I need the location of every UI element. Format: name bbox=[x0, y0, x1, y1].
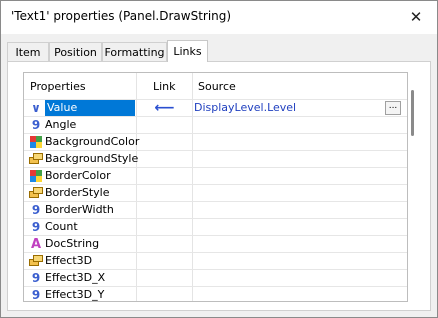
browse-button[interactable]: ... bbox=[385, 101, 401, 115]
property-name[interactable]: Effect3D bbox=[45, 253, 92, 269]
property-name[interactable]: BorderWidth bbox=[45, 202, 114, 218]
table-row[interactable]: 9 BorderWidth bbox=[24, 202, 407, 219]
link-cell[interactable] bbox=[137, 168, 192, 184]
link-cell[interactable] bbox=[137, 270, 192, 286]
number-icon: 9 bbox=[31, 203, 41, 217]
property-name[interactable]: BackgroundStyle bbox=[45, 151, 138, 167]
link-cell[interactable] bbox=[137, 151, 192, 167]
source-value[interactable]: DisplayLevel.Level bbox=[194, 100, 296, 116]
tab-links[interactable]: Links bbox=[167, 40, 208, 62]
vertical-scrollbar[interactable] bbox=[409, 72, 418, 302]
link-cell[interactable] bbox=[137, 219, 192, 235]
number-icon: 9 bbox=[31, 271, 41, 285]
scrollbar-thumb[interactable] bbox=[411, 90, 414, 136]
link-cell[interactable] bbox=[137, 134, 192, 150]
link-cell[interactable] bbox=[137, 202, 192, 218]
links-grid: Properties Link Source ∨ Value ⟵ DisplayLev… bbox=[23, 72, 408, 302]
link-cell[interactable] bbox=[137, 185, 192, 201]
table-row[interactable]: 9 Count bbox=[24, 219, 407, 236]
style-icon bbox=[29, 254, 43, 268]
number-icon: 9 bbox=[31, 220, 41, 234]
grid-header: Properties Link Source bbox=[24, 73, 407, 100]
link-cell[interactable]: ⟵ bbox=[137, 100, 192, 116]
property-name[interactable]: Count bbox=[45, 219, 78, 235]
header-source[interactable]: Source bbox=[198, 73, 236, 99]
property-name[interactable]: DocString bbox=[45, 236, 99, 252]
color-icon bbox=[29, 135, 43, 149]
links-panel: Properties Link Source ∨ Value ⟵ DisplayLev… bbox=[7, 61, 431, 311]
table-row[interactable]: 9 Effect3D_X bbox=[24, 270, 407, 287]
string-icon: A bbox=[30, 236, 42, 252]
table-row[interactable]: BackgroundColor bbox=[24, 134, 407, 151]
property-name[interactable]: BackgroundColor bbox=[45, 134, 139, 150]
number-icon: 9 bbox=[31, 118, 41, 132]
link-arrow-icon: ⟵ bbox=[154, 100, 175, 116]
table-row[interactable]: 9 Angle bbox=[24, 117, 407, 134]
tab-position[interactable]: Position bbox=[49, 42, 102, 61]
table-row[interactable]: BackgroundStyle bbox=[24, 151, 407, 168]
header-link[interactable]: Link bbox=[153, 73, 176, 99]
link-cell[interactable] bbox=[137, 117, 192, 133]
variable-icon: ∨ bbox=[31, 101, 41, 115]
number-icon: 9 bbox=[31, 288, 41, 302]
properties-dialog: 'Text1' properties (Panel.DrawString) ✕ … bbox=[0, 0, 438, 318]
property-name[interactable]: Effect3D_Y bbox=[45, 287, 104, 301]
close-icon[interactable]: ✕ bbox=[403, 5, 429, 29]
table-row[interactable]: A DocString bbox=[24, 236, 407, 253]
color-icon bbox=[29, 169, 43, 183]
tab-item[interactable]: Item bbox=[7, 42, 49, 61]
property-name[interactable]: Value bbox=[45, 100, 135, 116]
table-row[interactable]: Effect3D bbox=[24, 253, 407, 270]
tab-formatting[interactable]: Formatting bbox=[102, 42, 167, 61]
link-cell[interactable] bbox=[137, 253, 192, 269]
style-icon bbox=[29, 186, 43, 200]
property-name[interactable]: BorderStyle bbox=[45, 185, 110, 201]
window-title: 'Text1' properties (Panel.DrawString) bbox=[11, 9, 232, 23]
table-row[interactable]: ∨ Value ⟵ DisplayLevel.Level... bbox=[24, 100, 407, 117]
table-row[interactable]: BorderStyle bbox=[24, 185, 407, 202]
property-name[interactable]: Effect3D_X bbox=[45, 270, 105, 286]
title-bar: 'Text1' properties (Panel.DrawString) ✕ bbox=[1, 1, 437, 34]
table-row[interactable]: 9 Effect3D_Y bbox=[24, 287, 407, 302]
header-properties[interactable]: Properties bbox=[30, 73, 86, 99]
link-cell[interactable] bbox=[137, 287, 192, 301]
property-name[interactable]: BorderColor bbox=[45, 168, 111, 184]
table-row[interactable]: BorderColor bbox=[24, 168, 407, 185]
property-name[interactable]: Angle bbox=[45, 117, 76, 133]
link-cell[interactable] bbox=[137, 236, 192, 252]
style-icon bbox=[29, 152, 43, 166]
